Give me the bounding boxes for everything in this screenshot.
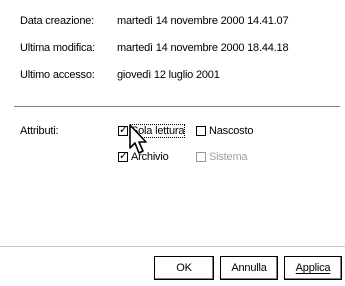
mouse-pointer-icon [129,124,147,154]
hidden-checkbox-box[interactable] [196,126,206,136]
checkmark-icon: ✓ [119,149,129,162]
readonly-checkbox-box[interactable]: ✓ [118,123,129,136]
ok-button[interactable]: OK [154,256,214,280]
file-properties-panel: Data creazione: martedì 14 novembre 2000… [0,0,345,286]
modified-label: Ultima modifica: [20,42,96,54]
attributes-label: Attributi: [20,125,59,137]
footer-divider [0,246,345,247]
archive-checkbox-box[interactable]: ✓ [118,149,129,162]
system-checkbox-label: Sistema [209,151,248,163]
hidden-checkbox-label: Nascosto [209,125,254,137]
checkmark-icon: ✓ [119,123,129,136]
apply-button[interactable]: Applica [284,256,342,280]
system-checkbox: Sistema [196,151,248,163]
apply-button-label: Applica [295,262,331,274]
accessed-label: Ultimo accesso: [20,69,95,81]
hidden-checkbox[interactable]: Nascosto [196,125,253,137]
cancel-button[interactable]: Annulla [220,256,278,280]
separator-highlight [14,107,340,108]
modified-value: martedì 14 novembre 2000 18.44.18 [117,42,289,54]
created-label: Data creazione: [20,15,95,27]
accessed-value: giovedì 12 luglio 2001 [117,69,220,81]
created-value: martedì 14 novembre 2000 14.41.07 [117,15,289,27]
system-checkbox-box [196,152,206,162]
